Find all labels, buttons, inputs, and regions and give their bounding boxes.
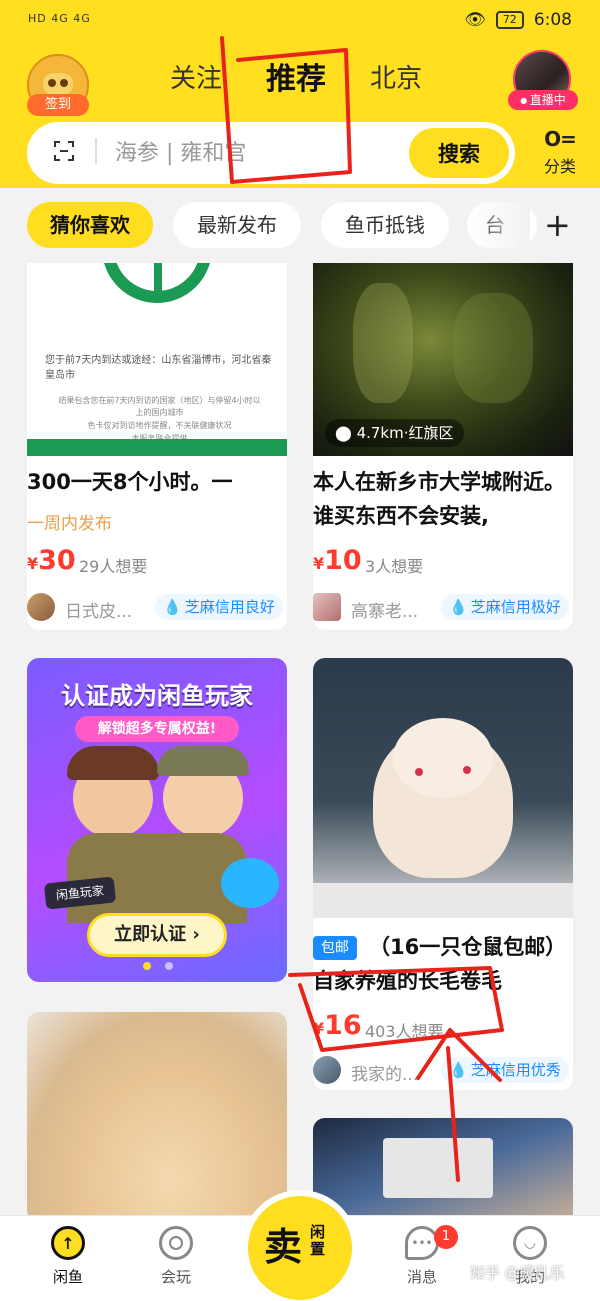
watermark: 知乎 @暖乱乐 <box>470 1264 565 1282</box>
annotation-arrow <box>416 1028 502 1182</box>
sell-button[interactable]: 卖 闲置 <box>248 1196 352 1300</box>
annotation-overlay <box>220 36 504 1182</box>
annotation-box-recommend <box>220 36 352 184</box>
message-icon: ••• <box>405 1226 439 1260</box>
circle-icon <box>159 1226 193 1260</box>
message-badge: 1 <box>434 1225 458 1249</box>
nav-label: 消息 <box>406 1268 437 1286</box>
nav-label: 会玩 <box>160 1268 191 1286</box>
nav-home[interactable]: ↑ 闲鱼 <box>28 1226 108 1287</box>
home-arrow-icon: ↑ <box>51 1226 85 1260</box>
nav-play[interactable]: 会玩 <box>136 1226 216 1287</box>
annotation-box-price <box>288 966 504 1052</box>
smile-icon: ◡ <box>513 1226 547 1260</box>
nav-label: 闲鱼 <box>52 1268 83 1286</box>
sell-sub-label: 闲置 <box>310 1223 326 1258</box>
sell-main-label: 卖 <box>264 1225 303 1269</box>
